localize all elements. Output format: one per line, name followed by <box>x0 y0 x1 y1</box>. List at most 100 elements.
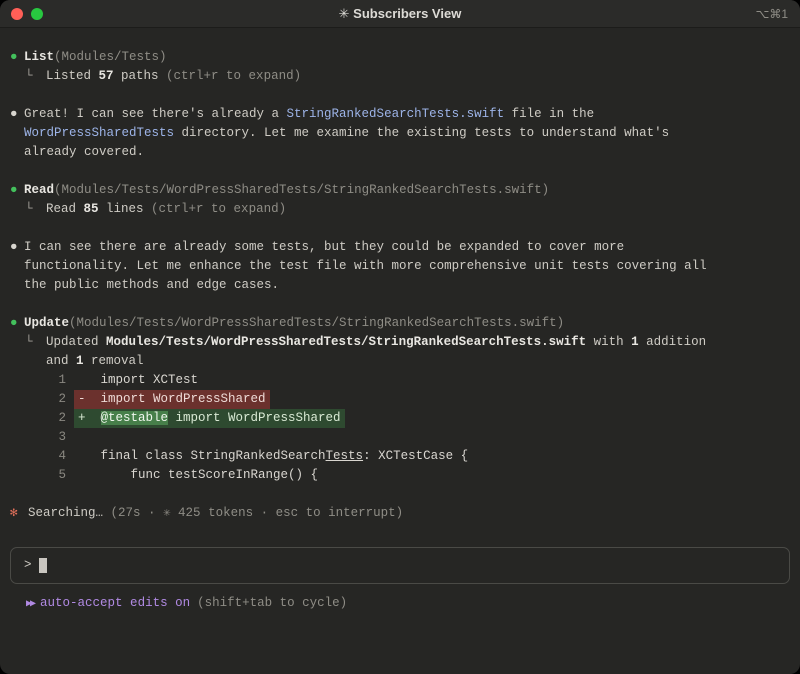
text-segment: lines <box>99 202 152 216</box>
text-segment: Great! I can see there's already a <box>24 107 287 121</box>
line-number: 2 <box>10 409 66 428</box>
status-line: ✻Searching… (27s · ✳ 425 tokens · esc to… <box>10 504 790 523</box>
gutter-spacer <box>10 257 24 276</box>
text-segment: directory. Let me examine the existing t… <box>174 126 669 140</box>
text-segment: WordPressSharedTests <box>24 126 174 140</box>
bullet-icon: ● <box>10 314 24 333</box>
text-segment: removal <box>84 354 144 368</box>
line-number: 1 <box>10 371 66 390</box>
line-number: 2 <box>10 390 66 409</box>
text-segment: (Modules/Tests/WordPressSharedTests/Stri… <box>54 183 549 197</box>
diff-code: import XCTest <box>78 371 198 390</box>
text-segment: Modules/Tests/WordPressSharedTests/Strin… <box>106 335 586 349</box>
output-line: ●I can see there are already some tests,… <box>10 238 790 257</box>
text-segment: - import WordPressShared <box>78 392 266 406</box>
text-segment: 57 <box>99 69 114 83</box>
text-segment: already covered. <box>24 145 144 159</box>
prompt-input[interactable]: > <box>10 547 790 584</box>
line-text: I can see there are already some tests, … <box>24 238 624 257</box>
message-block: ●I can see there are already some tests,… <box>10 238 790 295</box>
line-number: 5 <box>10 466 66 485</box>
text-segment: StringRankedSearchTests.swift <box>287 107 505 121</box>
diff-code: func testScoreInRange() { <box>78 466 318 485</box>
line-text: List(Modules/Tests) <box>24 48 167 67</box>
text-segment: Tests <box>326 449 364 463</box>
bullet-icon: ● <box>10 238 24 257</box>
text-segment: + <box>78 411 101 425</box>
bullet-icon: ● <box>10 48 24 67</box>
text-segment: functionality. Let me enhance the test f… <box>24 259 707 273</box>
line-text: Updated Modules/Tests/WordPressSharedTes… <box>46 333 706 352</box>
line-text: Listed 57 paths (ctrl+r to expand) <box>46 67 301 86</box>
text-segment: ✳ 425 tokens <box>163 506 253 520</box>
terminal-window: ✳ Subscribers View ⌥⌘1 ●List(Modules/Tes… <box>0 0 800 674</box>
result-block: └Read 85 lines (ctrl+r to expand) <box>10 200 790 219</box>
line-number: 3 <box>10 428 66 447</box>
output-line: ●List(Modules/Tests) <box>10 48 790 67</box>
text-segment: import XCTest <box>78 373 198 387</box>
text-segment: (Modules/Tests/WordPressSharedTests/Stri… <box>69 316 564 330</box>
text-cursor-icon <box>39 558 47 573</box>
zoom-button[interactable] <box>31 8 43 20</box>
output-line: already covered. <box>10 143 790 162</box>
close-button[interactable] <box>11 8 23 20</box>
text-segment: 85 <box>84 202 99 216</box>
traffic-lights <box>11 8 43 20</box>
text-segment: addition <box>639 335 707 349</box>
line-text: already covered. <box>24 143 144 162</box>
text-segment: Read <box>46 202 84 216</box>
result-connector-icon: └ <box>10 333 46 352</box>
titlebar: ✳ Subscribers View ⌥⌘1 <box>0 0 800 28</box>
result-connector-icon: └ <box>10 200 46 219</box>
text-segment: (ctrl+r to expand) <box>151 202 286 216</box>
spinner-icon: ✻ <box>10 504 28 523</box>
status-text: Searching… (27s · ✳ 425 tokens · esc to … <box>28 504 403 523</box>
tool-block: ●Update(Modules/Tests/WordPressSharedTes… <box>10 314 790 333</box>
bullet-icon: ● <box>10 181 24 200</box>
diff-block: 1 import XCTest 2 - import WordPressShared… <box>10 371 790 485</box>
line-text: Update(Modules/Tests/WordPressSharedTest… <box>24 314 564 333</box>
output-line: └Listed 57 paths (ctrl+r to expand) <box>10 67 790 86</box>
line-text: WordPressSharedTests directory. Let me e… <box>24 124 669 143</box>
text-segment: Listed <box>46 69 99 83</box>
text-segment: : XCTestCase { <box>363 449 468 463</box>
output-line: functionality. Let me enhance the test f… <box>10 257 790 276</box>
output-line: and 1 removal <box>10 352 790 371</box>
diff-line: 4 final class StringRankedSearchTests: X… <box>10 447 790 466</box>
text-segment: import WordPressShared <box>168 411 341 425</box>
terminal-output: ●List(Modules/Tests)└Listed 57 paths (ct… <box>10 48 790 485</box>
output-line: ●Read(Modules/Tests/WordPressSharedTests… <box>10 181 790 200</box>
text-segment: Read <box>24 183 54 197</box>
auto-accept-cycle-hint: (shift+tab to cycle) <box>197 596 347 610</box>
gutter-spacer <box>10 143 24 162</box>
text-segment: Updated <box>46 335 106 349</box>
diff-line: 3 <box>10 428 790 447</box>
tool-block: ●Read(Modules/Tests/WordPressSharedTests… <box>10 181 790 200</box>
auto-accept-arrows-icon: ▶▶ <box>26 599 34 610</box>
text-segment: (27s · <box>111 506 164 520</box>
output-line: ●Great! I can see there's already a Stri… <box>10 105 790 124</box>
text-segment: 1 <box>76 354 84 368</box>
text-segment: 1 <box>631 335 639 349</box>
auto-accept-label: auto-accept edits on <box>40 596 190 610</box>
line-text: the public methods and edge cases. <box>24 276 279 295</box>
text-segment: (Modules/Tests) <box>54 50 167 64</box>
diff-line: 5 func testScoreInRange() { <box>10 466 790 485</box>
line-text: Read 85 lines (ctrl+r to expand) <box>46 200 286 219</box>
line-text: and 1 removal <box>46 352 144 371</box>
output-line: └Updated Modules/Tests/WordPressSharedTe… <box>10 333 790 352</box>
result-connector-icon: └ <box>10 67 46 86</box>
diff-code: - import WordPressShared <box>74 390 270 409</box>
text-segment: (ctrl+r to expand) <box>166 69 301 83</box>
gutter-spacer <box>10 124 24 143</box>
text-segment: final class StringRankedSearch <box>78 449 326 463</box>
text-segment: · esc to interrupt) <box>253 506 403 520</box>
text-segment: @testable <box>101 411 169 425</box>
text-segment: file in the <box>504 107 594 121</box>
text-segment: and <box>46 354 76 368</box>
bullet-icon: ● <box>10 105 24 124</box>
diff-code: final class StringRankedSearchTests: XCT… <box>78 447 468 466</box>
text-segment: the public methods and edge cases. <box>24 278 279 292</box>
diff-line: 2 + @testable import WordPressShared <box>10 409 790 428</box>
tool-block: ●List(Modules/Tests) <box>10 48 790 67</box>
